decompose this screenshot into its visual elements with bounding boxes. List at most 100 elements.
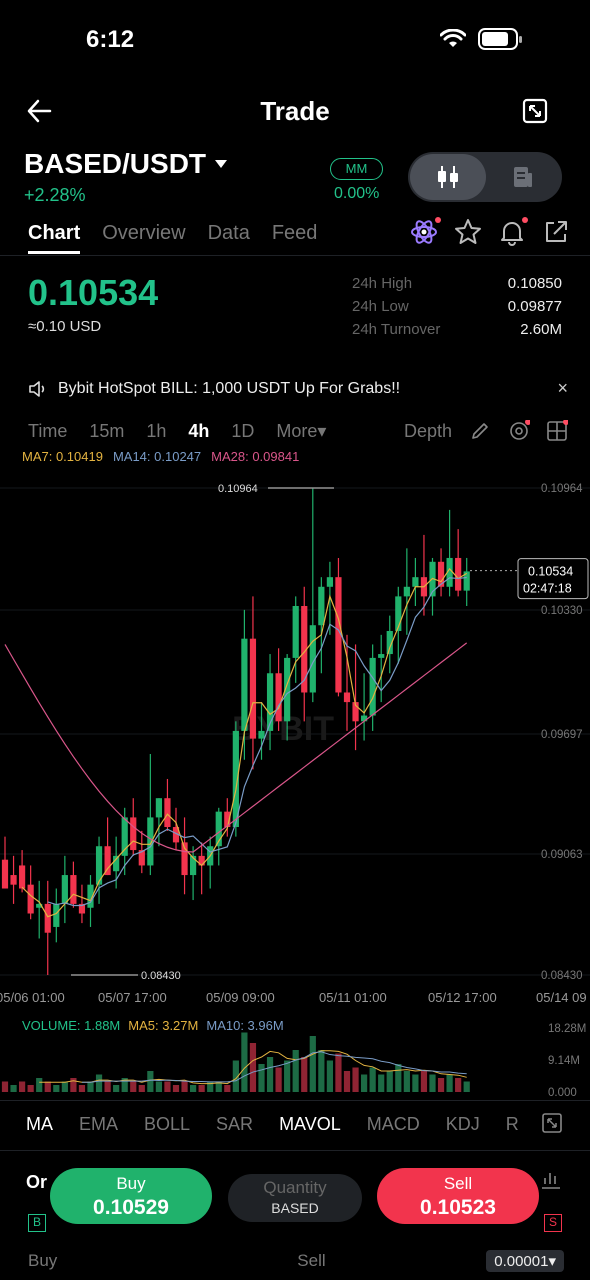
volume-bar [95, 1074, 103, 1092]
stats-panel: 24h High 0.10850 24h Low 0.09877 24h Turno… [352, 272, 562, 341]
candle-view-button[interactable] [410, 154, 486, 200]
candlestick-icon [438, 166, 458, 188]
expand-icon[interactable] [542, 1113, 562, 1133]
speaker-icon [29, 380, 45, 397]
candle-body [53, 903, 60, 927]
candle-body [318, 586, 325, 626]
candlestick-chart[interactable]: BYBIT0.109640.084300.109640.103300.09697… [0, 468, 590, 1008]
tab-feed[interactable]: Feed [272, 222, 318, 254]
volume-bar [318, 1050, 325, 1092]
announcement-banner[interactable]: Bybit HotSpot BILL: 1,000 USDT Up For Gr… [28, 378, 568, 399]
volume-y-tick: 18.28M [548, 1023, 586, 1035]
y-tick-label: 0.09063 [541, 849, 583, 861]
volume-bar [19, 1081, 26, 1092]
volume-bar [403, 1071, 410, 1092]
ma28-value: MA28: 0.09841 [211, 449, 300, 464]
ma-legend: MA7: 0.10419 MA14: 0.10247 MA28: 0.09841 [22, 449, 299, 464]
interval-1h[interactable]: 1h [146, 421, 166, 442]
volume-bar [463, 1081, 470, 1092]
grid-layout-icon[interactable] [546, 420, 568, 442]
volume-bar [249, 1043, 257, 1092]
tab-data[interactable]: Data [208, 222, 250, 254]
list-view-button[interactable] [488, 154, 558, 200]
candle-body [70, 875, 77, 904]
interval-4h[interactable]: 4h [188, 421, 209, 442]
pair-selector[interactable]: BASED/USDT [24, 148, 228, 180]
candle-body [275, 673, 282, 722]
candle-body [104, 846, 111, 876]
orderbook-tab-partial: Or [26, 1172, 48, 1192]
tab-overview[interactable]: Overview [102, 222, 185, 254]
volume-bar [378, 1074, 385, 1092]
candle-body [249, 638, 257, 739]
ma14-value: MA14: 0.10247 [112, 449, 202, 464]
candle-body [44, 903, 51, 933]
countdown-label: 02:47:18 [523, 582, 572, 596]
precision-select[interactable]: 0.00001▾ [486, 1250, 564, 1272]
buy-button[interactable]: Buy 0.10529 [50, 1168, 212, 1224]
sell-button[interactable]: Sell 0.10523 [377, 1168, 539, 1224]
x-tick-label: 05/12 17:00 [428, 990, 497, 1005]
ai-atom-icon[interactable] [410, 217, 441, 246]
caret-down-icon [215, 160, 228, 168]
sell-label: Sell [443, 1174, 473, 1193]
pencil-icon[interactable] [470, 421, 490, 441]
close-icon[interactable]: × [557, 378, 568, 399]
mm-badge[interactable]: MM [330, 158, 383, 180]
stat-low: 24h Low 0.09877 [352, 298, 562, 315]
buy-label: Buy [116, 1174, 146, 1193]
indicator-ema[interactable]: EMA [79, 1114, 118, 1135]
sell-price: 0.10523 [420, 1196, 496, 1219]
x-tick-label: 05/14 09 [536, 990, 587, 1005]
volume-bar [386, 1071, 393, 1092]
quantity-button[interactable]: Quantity BASED [228, 1174, 362, 1222]
volume-y-tick: 0.000 [548, 1087, 577, 1099]
indicator-sar[interactable]: SAR [216, 1114, 253, 1135]
volume-bar [61, 1081, 68, 1092]
volume-bar [335, 1053, 342, 1092]
bell-icon[interactable] [498, 217, 528, 246]
share-icon[interactable] [542, 218, 570, 246]
candle-body [258, 730, 265, 739]
interval-15m[interactable]: 15m [89, 421, 124, 442]
x-tick-label: 05/07 17:00 [98, 990, 167, 1005]
tab-chart[interactable]: Chart [28, 222, 81, 254]
interval-more[interactable]: More▾ [276, 421, 326, 442]
interval-bar: Time 15m 1h 4h 1D More▾ Depth [28, 420, 568, 442]
volume-bar [113, 1085, 120, 1092]
quantity-unit: BASED [271, 1200, 319, 1216]
y-tick-label: 0.10330 [541, 605, 583, 617]
current-price-label: 0.10534 [528, 565, 573, 579]
volume-bar [190, 1085, 197, 1092]
y-tick-label: 0.09697 [541, 729, 583, 741]
candle-body [190, 855, 197, 876]
indicator-settings-icon[interactable] [508, 420, 530, 442]
interval-1d[interactable]: 1D [231, 421, 254, 442]
orderbook-sell-label: Sell [297, 1251, 326, 1270]
indicator-kdj[interactable]: KDJ [446, 1114, 480, 1135]
battery-icon [478, 28, 522, 50]
star-icon[interactable] [454, 218, 482, 246]
interval-time[interactable]: Time [28, 421, 67, 442]
candle-body [403, 586, 410, 597]
indicator-ma[interactable]: MA [26, 1114, 53, 1135]
volume-bar [44, 1081, 51, 1092]
candle-body [27, 884, 34, 914]
view-toggle[interactable] [408, 152, 562, 202]
volume-bar [437, 1078, 445, 1092]
fullscreen-icon[interactable] [522, 98, 548, 124]
candle-body [343, 692, 351, 703]
volume-bar [301, 1057, 308, 1092]
volume-bar [104, 1081, 111, 1092]
volume-bar [155, 1081, 162, 1092]
orderbook-chart-icon[interactable] [540, 1168, 562, 1190]
volume-bar [309, 1036, 316, 1092]
indicator-boll[interactable]: BOLL [144, 1114, 190, 1135]
depth-button[interactable]: Depth [404, 421, 452, 442]
stat-high: 24h High 0.10850 [352, 275, 562, 292]
indicator-macd[interactable]: MACD [367, 1114, 420, 1135]
indicator-r[interactable]: R [506, 1114, 519, 1135]
tab-icons [410, 217, 570, 246]
indicator-mavol[interactable]: MAVOL [279, 1114, 341, 1135]
volume-bar [53, 1085, 60, 1092]
